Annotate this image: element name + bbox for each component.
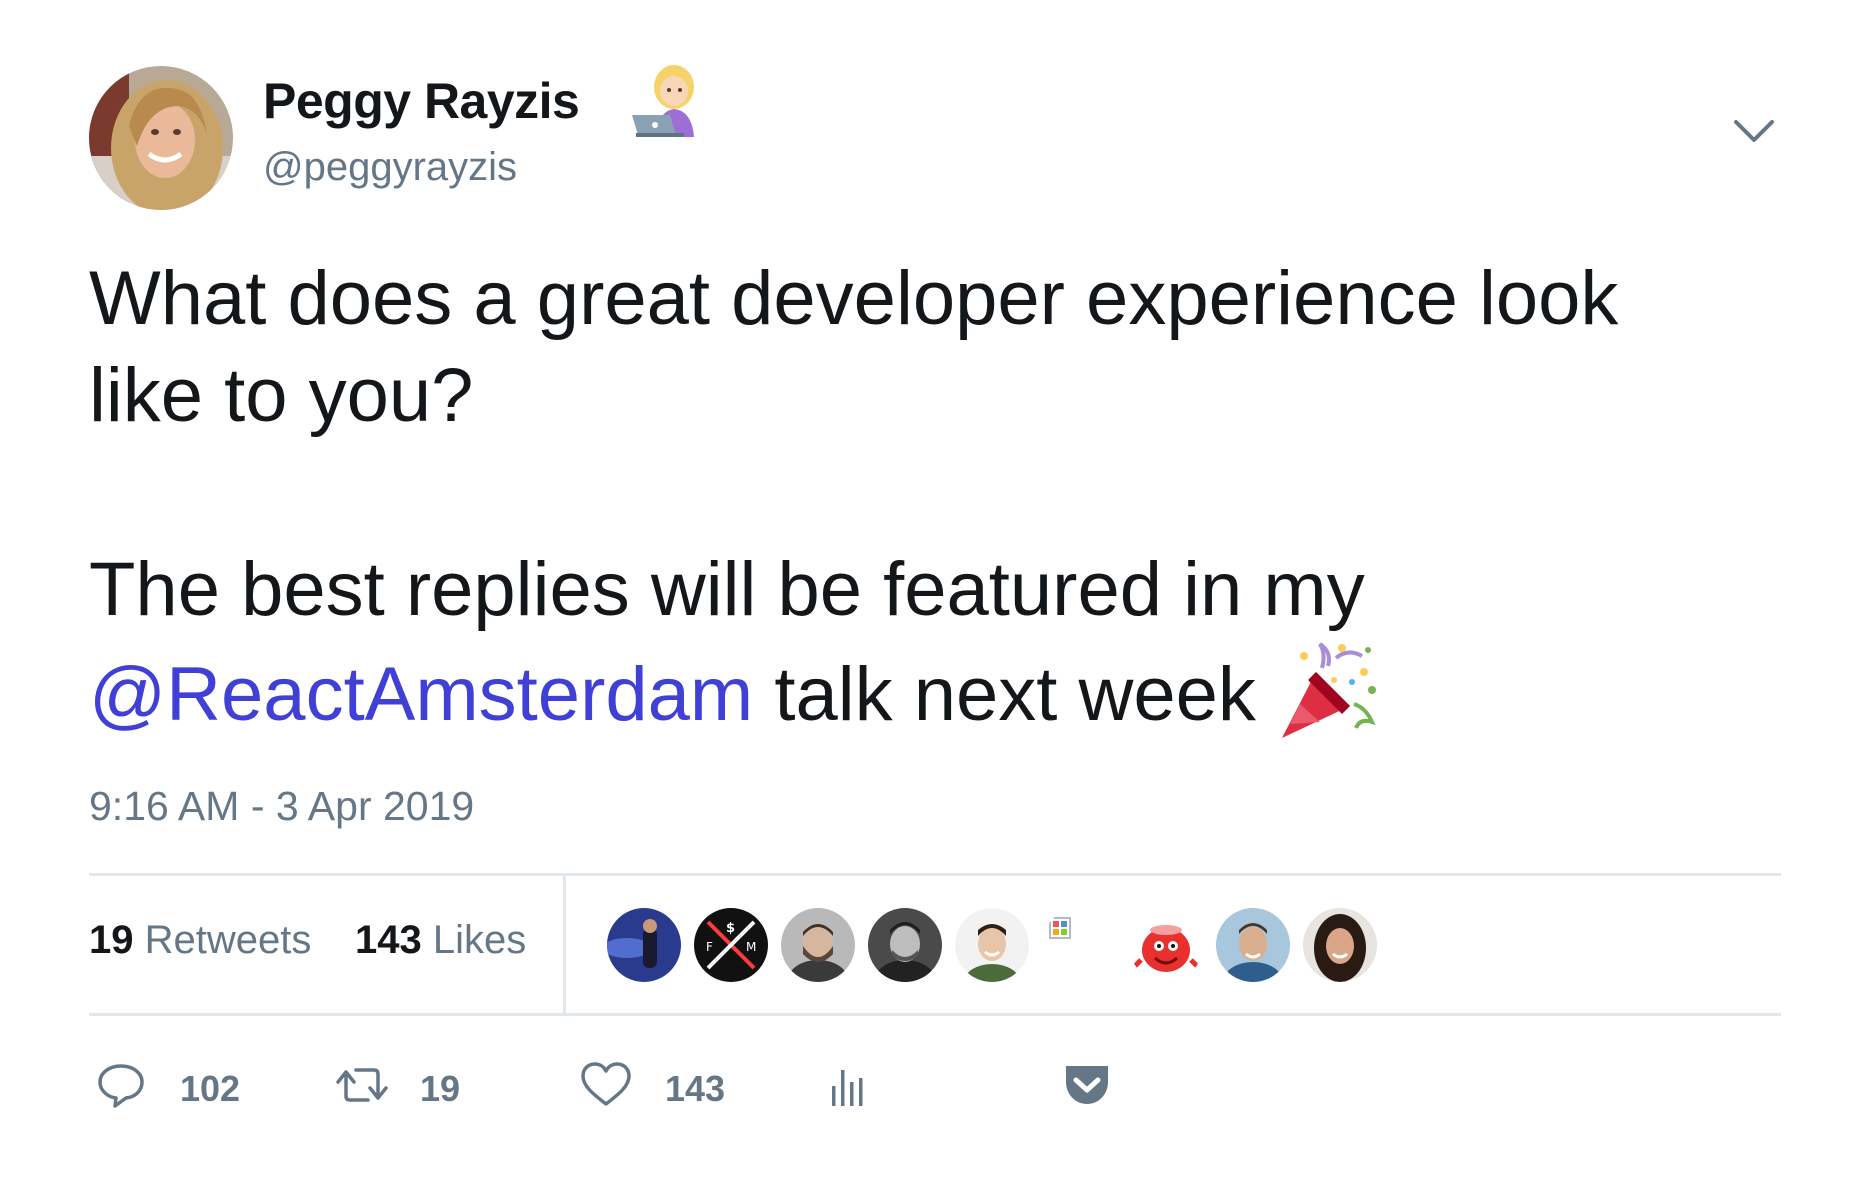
liker-avatar-kool-aid[interactable] — [1129, 908, 1203, 982]
retweets-stat[interactable]: 19 Retweets — [89, 918, 311, 963]
heart-icon — [581, 1062, 631, 1106]
liker-avatar-man-beard[interactable] — [781, 908, 855, 982]
tweet-text-line: like to you? — [89, 353, 474, 438]
likes-label: Likes — [421, 918, 527, 962]
retweet-icon — [336, 1068, 388, 1102]
reply-button[interactable]: 102 — [96, 1060, 266, 1116]
liker-avatar-pixel[interactable] — [1042, 908, 1116, 982]
author-name[interactable]: Peggy Rayzis — [263, 72, 580, 130]
analytics-button[interactable] — [828, 1060, 868, 1116]
tweet-text-line: What does a great developer experience l… — [89, 256, 1619, 341]
liker-avatar-man-bw[interactable] — [868, 908, 942, 982]
svg-text:F: F — [706, 940, 713, 954]
reply-count: 102 — [180, 1068, 241, 1109]
retweets-count: 19 — [89, 918, 134, 962]
tweet-timestamp[interactable]: 9:16 AM - 3 Apr 2019 — [89, 783, 474, 830]
chevron-down-icon[interactable] — [1732, 116, 1776, 146]
tweet-text-line: The best replies will be featured in my — [89, 547, 1365, 632]
liker-avatar-stage[interactable] — [607, 908, 681, 982]
like-button[interactable]: 143 — [579, 1060, 749, 1116]
tweet-card: Peggy Rayzis @peggyrayzis What does a gr… — [0, 0, 1854, 1178]
author-avatar[interactable] — [89, 66, 233, 210]
likes-stat[interactable]: 143 Likes — [355, 918, 526, 963]
tweet-text-fragment: talk next week — [753, 652, 1256, 737]
retweet-button[interactable]: 19 — [334, 1060, 484, 1116]
like-count: 143 — [665, 1068, 726, 1109]
retweet-count: 19 — [420, 1068, 461, 1109]
mention-link[interactable]: @ReactAmsterdam — [89, 652, 753, 737]
tweet-text-line: @ReactAmsterdam talk next week — [89, 638, 1809, 743]
analytics-icon — [832, 1070, 863, 1106]
svg-text:$: $ — [726, 921, 735, 936]
liker-avatar-fm-logo[interactable]: $ F M — [694, 908, 768, 982]
divider — [89, 1013, 1781, 1016]
divider — [89, 873, 1781, 876]
pocket-button[interactable] — [1062, 1060, 1112, 1116]
liker-avatar-man-blue[interactable] — [1216, 908, 1290, 982]
liker-avatar-woman[interactable] — [1303, 908, 1377, 982]
retweets-label: Retweets — [133, 918, 312, 962]
svg-text:M: M — [746, 940, 756, 954]
pocket-icon — [1066, 1066, 1108, 1104]
reply-icon — [98, 1064, 144, 1108]
party-popper-icon — [1276, 638, 1380, 742]
liker-avatar-man-smiling[interactable] — [955, 908, 1029, 982]
tweet-text: What does a great developer experience l… — [89, 250, 1809, 743]
woman-technologist-icon — [630, 63, 710, 137]
divider — [563, 876, 566, 1013]
author-handle[interactable]: @peggyrayzis — [263, 145, 517, 190]
likes-count: 143 — [355, 918, 422, 962]
